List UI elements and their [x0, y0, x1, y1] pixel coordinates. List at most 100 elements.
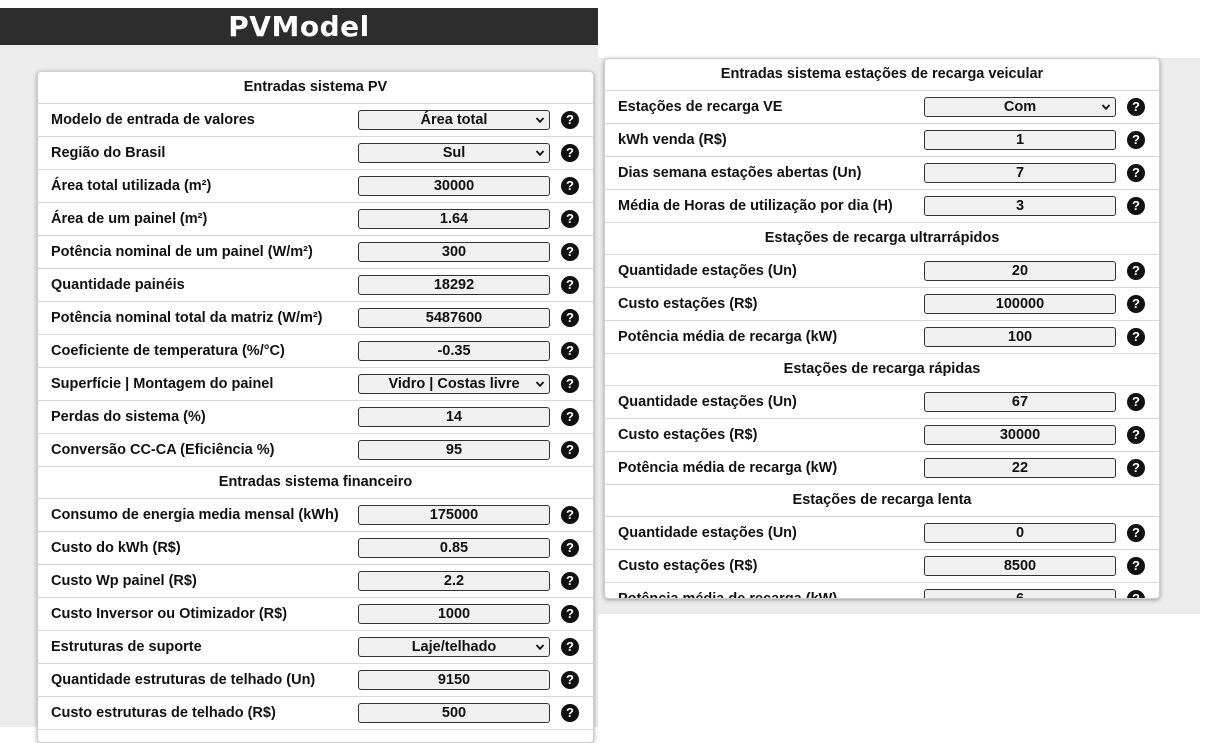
- chevron-down-icon: [535, 150, 545, 157]
- input-custo-wp-painel-r[interactable]: 2.2: [358, 571, 550, 591]
- input-quantidade-estacoes-un[interactable]: 0: [924, 523, 1116, 543]
- section-title: Entradas sistema estações de recarga vei…: [605, 59, 1159, 91]
- help-question-icon[interactable]: ?: [561, 144, 579, 162]
- select-value: Com: [1003, 99, 1037, 115]
- input-perdas-do-sistema[interactable]: 14: [358, 407, 550, 427]
- chevron-down-icon: [535, 381, 545, 388]
- help-question-icon[interactable]: ?: [1127, 131, 1145, 149]
- input-kwh-venda-r[interactable]: 1: [924, 130, 1116, 150]
- help-question-icon[interactable]: ?: [561, 111, 579, 129]
- form-row-custo-estacoes-r: Custo estações (R$) 8500?: [605, 550, 1159, 583]
- input-area-de-um-painel-m[interactable]: 1.64: [358, 209, 550, 229]
- input-potencia-media-de-recarga-kw[interactable]: 22: [924, 458, 1116, 478]
- field-label: Estações de recarga VE: [618, 99, 783, 115]
- input-potencia-media-de-recarga-kw[interactable]: 6: [924, 589, 1116, 599]
- help-question-icon[interactable]: ?: [561, 342, 579, 360]
- input-custo-inversor-ou-otimizador-r[interactable]: 1000: [358, 604, 550, 624]
- input-value: 0.85: [439, 540, 469, 556]
- help-question-icon[interactable]: ?: [1127, 295, 1145, 313]
- form-row-consumo-de-energia-media-mensal-kwh: Consumo de energia media mensal (kWh) 175…: [38, 499, 593, 532]
- input-custo-estacoes-r[interactable]: 30000: [924, 425, 1116, 445]
- input-media-de-horas-de-utilizacao-por-dia-h[interactable]: 3: [924, 196, 1116, 216]
- help-question-icon[interactable]: ?: [1127, 393, 1145, 411]
- section-title: Entradas sistema PV: [38, 72, 593, 104]
- input-coeficiente-de-temperatura-c[interactable]: -0.35: [358, 341, 550, 361]
- form-row-potencia-media-de-recarga-kw: Potência média de recarga (kW) 22?: [605, 452, 1159, 485]
- input-value: 175000: [429, 507, 479, 523]
- input-value: 6: [1015, 591, 1025, 599]
- form-row-quantidade-estacoes-un: Quantidade estações (Un) 67?: [605, 386, 1159, 419]
- help-question-icon[interactable]: ?: [1127, 524, 1145, 542]
- chevron-down-icon: [1101, 104, 1111, 111]
- help-question-icon[interactable]: ?: [561, 605, 579, 623]
- help-question-icon[interactable]: ?: [1127, 197, 1145, 215]
- form-row-estacoes-de-recarga-ve: Estações de recarga VE Com?: [605, 91, 1159, 124]
- help-question-icon[interactable]: ?: [1127, 590, 1145, 598]
- help-question-icon[interactable]: ?: [561, 506, 579, 524]
- input-quantidade-paineis[interactable]: 18292: [358, 275, 550, 295]
- help-question-icon[interactable]: ?: [561, 572, 579, 590]
- input-custo-estacoes-r[interactable]: 100000: [924, 294, 1116, 314]
- help-question-icon[interactable]: ?: [561, 243, 579, 261]
- help-question-icon[interactable]: ?: [1127, 262, 1145, 280]
- section-title: Estações de recarga lenta: [605, 485, 1159, 517]
- input-quantidade-estacoes-un[interactable]: 67: [924, 392, 1116, 412]
- input-custo-estruturas-de-telhado-r[interactable]: 500: [358, 703, 550, 723]
- form-row-media-de-horas-de-utilizacao-por-dia-h: Média de Horas de utilização por dia (H)…: [605, 190, 1159, 223]
- help-question-icon[interactable]: ?: [561, 375, 579, 393]
- input-value: 14: [445, 409, 463, 425]
- field-label: kWh venda (R$): [618, 132, 727, 148]
- input-potencia-nominal-total-da-matriz-w-m[interactable]: 5487600: [358, 308, 550, 328]
- help-question-icon[interactable]: ?: [1127, 557, 1145, 575]
- input-consumo-de-energia-media-mensal-kwh[interactable]: 175000: [358, 505, 550, 525]
- help-question-icon[interactable]: ?: [561, 177, 579, 195]
- select-estruturas-de-suporte[interactable]: Laje/telhado: [358, 637, 550, 657]
- field-label: Potência média de recarga (kW): [618, 591, 838, 599]
- help-question-icon[interactable]: ?: [561, 638, 579, 656]
- field-label: Custo estações (R$): [618, 427, 758, 443]
- field-label: Superfície | Montagem do painel: [51, 376, 274, 392]
- input-area-total-utilizada-m[interactable]: 30000: [358, 176, 550, 196]
- field-label: Custo Wp painel (R$): [51, 573, 197, 589]
- right-input-panel: Entradas sistema estações de recarga vei…: [604, 58, 1160, 599]
- help-question-icon[interactable]: ?: [1127, 328, 1145, 346]
- form-row-kwh-venda-r: kWh venda (R$) 1?: [605, 124, 1159, 157]
- help-question-icon[interactable]: ?: [561, 539, 579, 557]
- input-value: 18292: [433, 277, 475, 293]
- input-value: 500: [441, 705, 467, 721]
- help-question-icon[interactable]: ?: [1127, 459, 1145, 477]
- help-question-icon[interactable]: ?: [561, 671, 579, 689]
- help-question-icon[interactable]: ?: [561, 704, 579, 722]
- select-modelo-de-entrada-de-valores[interactable]: Área total: [358, 110, 550, 130]
- input-quantidade-estruturas-de-telhado-un[interactable]: 9150: [358, 670, 550, 690]
- section-title: Estações de recarga ultrarrápidos: [605, 223, 1159, 255]
- input-potencia-nominal-de-um-painel-w-m[interactable]: 300: [358, 242, 550, 262]
- help-question-icon[interactable]: ?: [1127, 98, 1145, 116]
- help-question-icon[interactable]: ?: [561, 309, 579, 327]
- field-label: Custo estações (R$): [618, 558, 758, 574]
- field-label: Potência média de recarga (kW): [618, 329, 838, 345]
- input-custo-estacoes-r[interactable]: 8500: [924, 556, 1116, 576]
- help-question-icon[interactable]: ?: [561, 441, 579, 459]
- form-row-potencia-media-de-recarga-kw: Potência média de recarga (kW) 6?: [605, 583, 1159, 599]
- select-superficie-montagem-do-painel[interactable]: Vidro | Costas livre: [358, 374, 550, 394]
- input-dias-semana-estacoes-abertas-un[interactable]: 7: [924, 163, 1116, 183]
- select-regiao-do-brasil[interactable]: Sul: [358, 143, 550, 163]
- input-conversao-cc-ca-eficiencia[interactable]: 95: [358, 440, 550, 460]
- select-estacoes-de-recarga-ve[interactable]: Com: [924, 97, 1116, 117]
- help-question-icon[interactable]: ?: [561, 408, 579, 426]
- help-question-icon[interactable]: ?: [561, 210, 579, 228]
- help-question-icon[interactable]: ?: [1127, 164, 1145, 182]
- input-value: 20: [1011, 263, 1029, 279]
- field-label: Média de Horas de utilização por dia (H): [618, 198, 893, 214]
- input-value: 1: [1015, 132, 1025, 148]
- input-value: 100: [1007, 329, 1033, 345]
- help-question-icon[interactable]: ?: [1127, 426, 1145, 444]
- field-label: Perdas do sistema (%): [51, 409, 206, 425]
- input-quantidade-estacoes-un[interactable]: 20: [924, 261, 1116, 281]
- field-label: Quantidade painéis: [51, 277, 185, 293]
- help-question-icon[interactable]: ?: [561, 276, 579, 294]
- input-custo-do-kwh-r[interactable]: 0.85: [358, 538, 550, 558]
- input-potencia-media-de-recarga-kw[interactable]: 100: [924, 327, 1116, 347]
- select-value: Área total: [420, 112, 488, 128]
